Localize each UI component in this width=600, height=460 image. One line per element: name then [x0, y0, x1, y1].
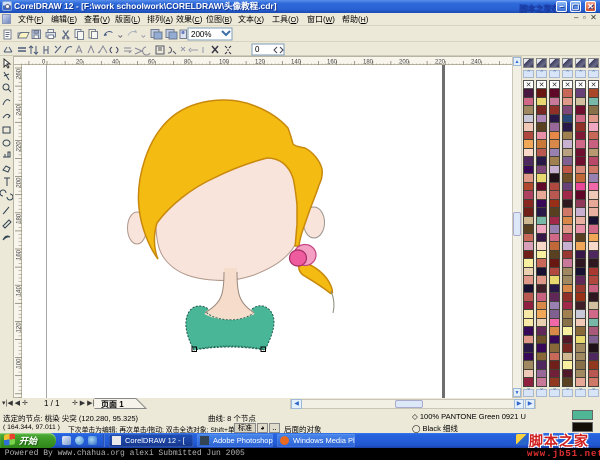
svg-text:200%: 200% [191, 30, 211, 39]
svg-text:0: 0 [255, 45, 260, 54]
